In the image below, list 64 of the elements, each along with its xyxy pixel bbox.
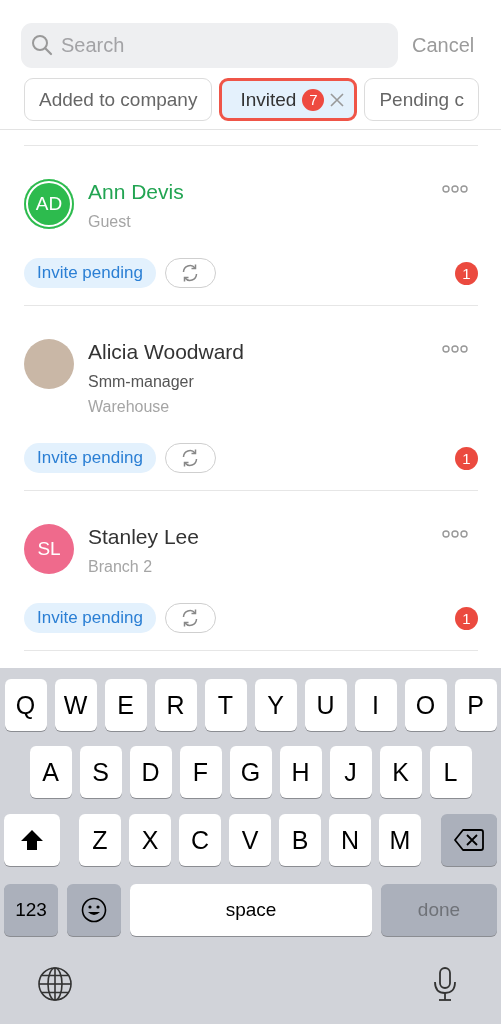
contact-note: Guest [88, 212, 132, 232]
status-tag: Invite pending [24, 443, 156, 473]
letter-key[interactable]: M [379, 814, 421, 866]
letter-key[interactable]: D [129, 746, 172, 798]
letter-key[interactable]: A [29, 746, 72, 798]
letter-key[interactable]: C [179, 814, 221, 866]
letter-key[interactable]: J [329, 746, 372, 798]
more-icon[interactable] [442, 345, 468, 353]
letter-key[interactable]: V [229, 814, 271, 866]
letter-key[interactable]: B [279, 814, 321, 866]
letter-key[interactable]: W [54, 679, 97, 731]
count-badge: 7 [302, 88, 325, 111]
backspace-key[interactable] [441, 814, 497, 866]
search-icon [31, 34, 53, 56]
letter-key[interactable]: O [404, 679, 447, 731]
letter-key[interactable]: F [179, 746, 222, 798]
search-field[interactable]: Search [21, 23, 398, 68]
contact-role: Smm-manager [88, 372, 195, 392]
more-icon[interactable] [442, 185, 468, 193]
close-icon[interactable] [330, 92, 345, 107]
letter-key[interactable]: U [304, 679, 347, 731]
microphone-icon[interactable] [433, 966, 457, 1002]
letter-key[interactable]: I [354, 679, 397, 731]
contact-name: Alicia Woodward [88, 339, 245, 365]
shift-icon [20, 829, 44, 851]
filter-chip[interactable]: Added to company [24, 78, 213, 121]
contact-note: Branch 2 [88, 557, 154, 577]
letter-key[interactable]: N [329, 814, 371, 866]
letter-key[interactable]: S [79, 746, 122, 798]
letter-key[interactable]: G [229, 746, 272, 798]
avatar: AD [24, 179, 74, 229]
contact-name: Ann Devis [88, 179, 185, 205]
numbers-key[interactable]: 123 [4, 884, 58, 936]
contact-note: Warehouse [88, 397, 171, 417]
avatar: SL [24, 524, 74, 574]
letter-key[interactable]: X [129, 814, 171, 866]
globe-icon[interactable] [37, 966, 73, 1002]
space-key[interactable]: space [130, 884, 372, 936]
more-icon[interactable] [442, 530, 468, 538]
status-tag: Invite pending [24, 258, 156, 288]
unread-badge: 1 [455, 606, 478, 630]
letter-key[interactable]: R [154, 679, 197, 731]
letter-key[interactable]: L [429, 746, 472, 798]
letter-key[interactable]: Z [79, 814, 121, 866]
shift-key[interactable] [4, 814, 60, 866]
letter-key[interactable]: T [204, 679, 247, 731]
contact-name: Stanley Lee [88, 524, 200, 550]
filter-chip[interactable]: Invited 7 [219, 78, 358, 121]
resend-button[interactable] [164, 603, 216, 633]
letter-key[interactable]: K [379, 746, 422, 798]
resend-button[interactable] [164, 443, 216, 473]
filter-chip[interactable]: Pending c [364, 78, 479, 121]
status-tag: Invite pending [24, 603, 156, 633]
letter-key[interactable]: H [279, 746, 322, 798]
letter-key[interactable]: Y [254, 679, 297, 731]
unread-badge: 1 [455, 446, 478, 470]
backspace-icon [454, 829, 484, 851]
letter-key[interactable]: E [104, 679, 147, 731]
letter-key[interactable]: Q [4, 679, 47, 731]
resend-button[interactable] [164, 258, 216, 288]
letter-key[interactable]: P [454, 679, 497, 731]
emoji-icon [81, 897, 107, 923]
emoji-key[interactable] [67, 884, 121, 936]
unread-badge: 1 [455, 261, 478, 285]
